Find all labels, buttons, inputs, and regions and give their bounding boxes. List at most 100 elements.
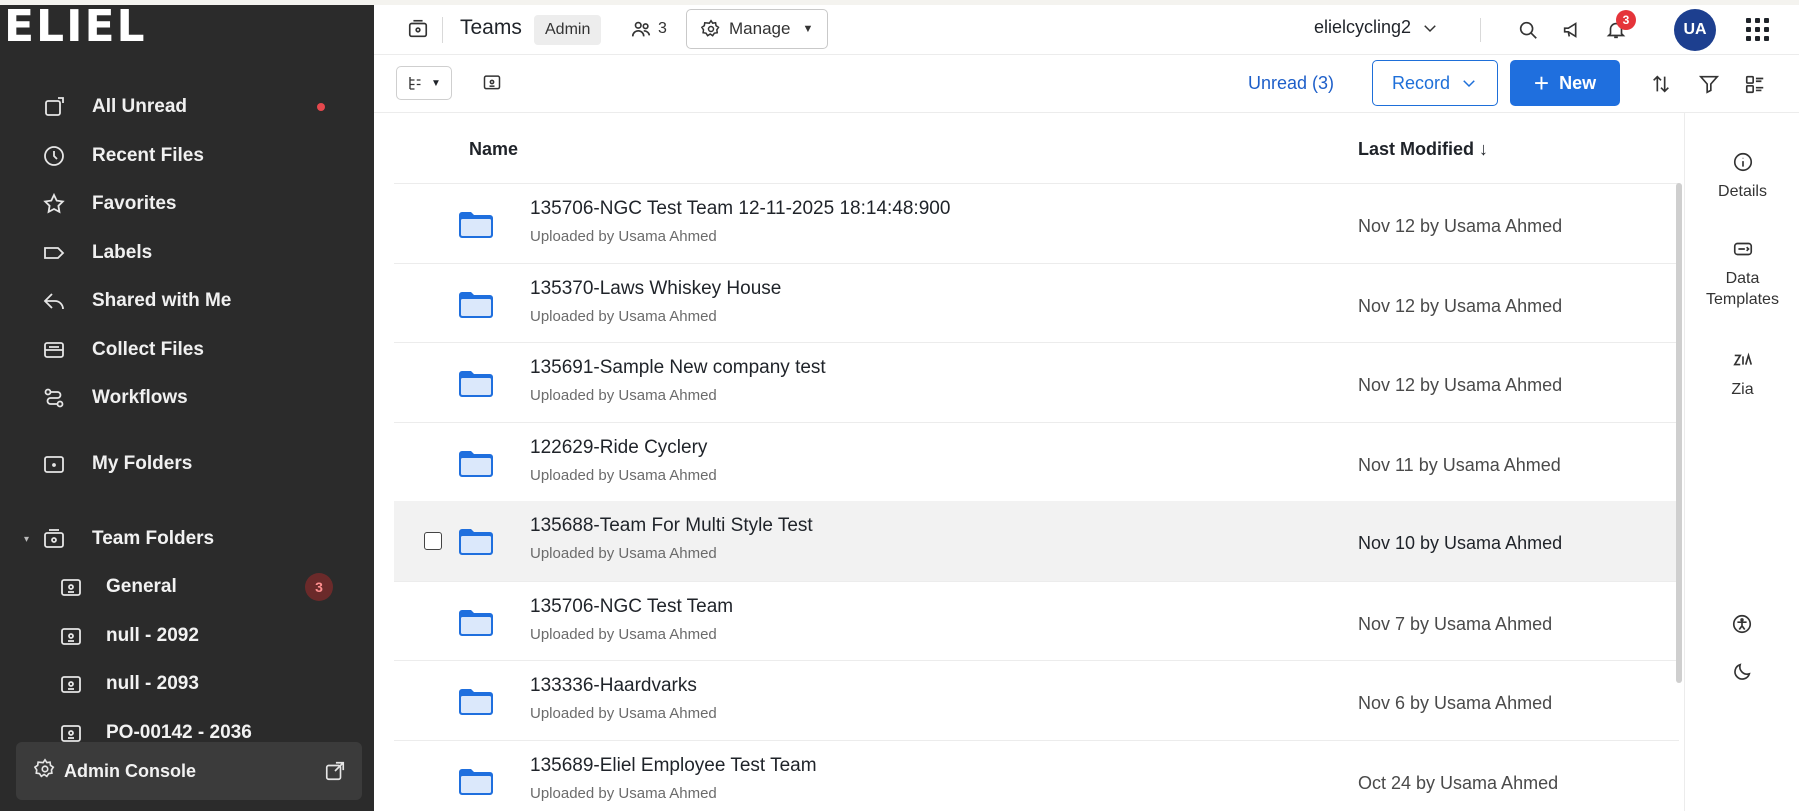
table-row[interactable]: 135706-NGC Test Team Uploaded by Usama Ah… xyxy=(394,580,1679,661)
divider xyxy=(1480,18,1481,42)
plus-icon: + xyxy=(1533,68,1550,98)
team-folder-general[interactable]: General 3 xyxy=(0,563,374,612)
info-icon xyxy=(1733,152,1752,172)
filter-icon[interactable] xyxy=(1696,71,1722,97)
team-folders-toggle[interactable]: ▾ Team Folders xyxy=(0,515,374,563)
search-icon[interactable] xyxy=(1514,16,1542,44)
table-row[interactable]: 135370-Laws Whiskey House Uploaded by Usa… xyxy=(394,262,1679,343)
team-icon xyxy=(407,18,429,45)
sidebar-item-shared-with-me[interactable]: Shared with Me xyxy=(0,277,374,326)
row-title[interactable]: 135370-Laws Whiskey House xyxy=(530,278,781,300)
admin-console-button[interactable]: Admin Console xyxy=(16,742,362,800)
row-uploaded-by: Uploaded by Usama Ahmed xyxy=(530,466,717,484)
folder-icon xyxy=(457,608,495,643)
list-rows: 135706-NGC Test Team 12-11-2025 18:14:48… xyxy=(394,183,1679,811)
team-folder-null-2093[interactable]: null - 2093 xyxy=(0,660,374,709)
table-row[interactable]: 135688-Team For Multi Style Test Uploaded… xyxy=(394,501,1679,581)
announcement-icon[interactable] xyxy=(1558,16,1586,44)
row-checkbox[interactable] xyxy=(424,532,442,550)
team-folder-icon[interactable] xyxy=(482,72,502,97)
rail-details[interactable]: Details xyxy=(1685,151,1799,201)
column-header-name[interactable]: Name xyxy=(469,139,518,160)
accessibility-icon[interactable] xyxy=(1731,613,1755,637)
view-options-icon[interactable] xyxy=(1742,71,1768,97)
sidebar-item-label: Recent Files xyxy=(92,144,204,166)
rail-label: Details xyxy=(1718,183,1767,200)
tree-view-dropdown[interactable]: ▼ xyxy=(396,66,452,100)
workspace-switcher[interactable]: elielcycling2 xyxy=(1314,17,1439,38)
sidebar-item-recent-files[interactable]: Recent Files xyxy=(0,132,374,181)
toolbar: ▼ Unread (3) Record + New xyxy=(374,55,1799,113)
chevron-down-icon: ▾ xyxy=(24,533,30,545)
sidebar-item-label: Favorites xyxy=(92,193,177,215)
team-folders-label: Team Folders xyxy=(92,528,215,549)
row-title[interactable]: 133336-Haardvarks xyxy=(530,675,697,697)
folder-icon xyxy=(457,369,495,404)
team-folder-label: null - 2093 xyxy=(106,673,199,695)
dark-mode-moon-icon[interactable] xyxy=(1731,661,1755,685)
sidebar-item-all-unread[interactable]: All Unread xyxy=(0,83,374,132)
rail-data-templates[interactable]: Data Templates xyxy=(1685,238,1799,309)
bell-icon[interactable]: 3 xyxy=(1602,10,1636,44)
sidebar-item-collect-files[interactable]: Collect Files xyxy=(0,326,374,375)
record-dropdown-button[interactable]: Record xyxy=(1372,60,1498,106)
row-title[interactable]: 122629-Ride Cyclery xyxy=(530,437,707,459)
inbox-icon xyxy=(40,336,68,364)
role-badge: Admin xyxy=(534,15,602,45)
table-row[interactable]: 135706-NGC Test Team 12-11-2025 18:14:48… xyxy=(394,183,1679,263)
sidebar-item-label: My Folders xyxy=(92,453,193,475)
sidebar-item-workflows[interactable]: Workflows xyxy=(0,374,374,423)
row-title[interactable]: 135691-Sample New company test xyxy=(530,357,826,379)
folder-icon xyxy=(457,767,495,802)
external-link-icon[interactable] xyxy=(324,760,346,787)
team-folder-icon xyxy=(40,525,68,553)
column-header-last-modified[interactable]: Last Modified ↓ xyxy=(1358,139,1488,160)
apps-grid-icon[interactable] xyxy=(1746,18,1769,41)
row-title[interactable]: 135688-Team For Multi Style Test xyxy=(530,515,813,537)
avatar[interactable]: UA xyxy=(1674,9,1716,51)
sidebar-nav: All Unread Recent Files Favorites Labels… xyxy=(0,83,374,423)
eliel-logo[interactable]: ELIEL xyxy=(0,5,147,57)
notification-count-badge: 3 xyxy=(1616,10,1636,30)
table-row[interactable]: 135691-Sample New company test Uploaded b… xyxy=(394,342,1679,422)
scrollbar[interactable] xyxy=(1676,183,1682,683)
workspace-name: elielcycling2 xyxy=(1314,17,1412,37)
table-row[interactable]: 122629-Ride Cyclery Uploaded by Usama Ahm… xyxy=(394,421,1679,502)
rail-label: Data xyxy=(1725,270,1760,287)
caret-down-icon: ▼ xyxy=(802,23,814,35)
table-row[interactable]: 133336-Haardvarks Uploaded by Usama Ahmed… xyxy=(394,660,1679,740)
main-content: Teams Admin 3 Manage ▼ elielcycling2 3 U… xyxy=(374,5,1799,811)
gear-icon xyxy=(701,19,720,37)
new-label: New xyxy=(1559,72,1597,93)
sidebar-item-label: Shared with Me xyxy=(92,290,232,312)
manage-dropdown[interactable]: Manage ▼ xyxy=(686,9,829,49)
sort-icon[interactable] xyxy=(1648,71,1674,97)
unread-indicator-dot xyxy=(317,103,325,112)
star-icon xyxy=(40,190,68,218)
new-button[interactable]: + New xyxy=(1510,60,1620,106)
members-button[interactable]: 3 xyxy=(630,18,667,40)
row-title[interactable]: 135706-NGC Test Team xyxy=(530,596,733,618)
file-list: Name Last Modified ↓ 135706-NGC Test Tea… xyxy=(374,113,1679,811)
share-icon xyxy=(40,287,68,315)
unread-filter-link[interactable]: Unread (3) xyxy=(1248,73,1334,94)
sidebar-item-label: Workflows xyxy=(92,387,188,409)
row-last-modified: Nov 12 by Usama Ahmed xyxy=(1358,295,1563,316)
table-row[interactable]: 135689-Eliel Employee Test Team Uploaded … xyxy=(394,739,1679,811)
row-last-modified: Nov 7 by Usama Ahmed xyxy=(1358,613,1553,634)
gear-icon xyxy=(33,757,56,785)
record-label: Record xyxy=(1391,72,1451,93)
row-title[interactable]: 135706-NGC Test Team 12-11-2025 18:14:48… xyxy=(530,198,950,220)
team-folder-null-2092[interactable]: null - 2092 xyxy=(0,612,374,661)
zia-icon xyxy=(1732,352,1752,366)
sidebar-item-labels[interactable]: Labels xyxy=(0,229,374,278)
sidebar-item-favorites[interactable]: Favorites xyxy=(0,180,374,229)
unread-count-badge: 3 xyxy=(305,573,333,602)
row-title[interactable]: 135689-Eliel Employee Test Team xyxy=(530,755,817,777)
rail-zia[interactable]: Zia xyxy=(1685,349,1799,399)
folder-icon xyxy=(40,450,68,478)
sidebar-section-team-folders: ▾ Team Folders General 3 null - 2092 nul… xyxy=(0,515,374,757)
sidebar-item-my-folders[interactable]: My Folders xyxy=(0,440,374,489)
caret-down-icon: ▼ xyxy=(431,77,441,89)
row-uploaded-by: Uploaded by Usama Ahmed xyxy=(530,545,717,562)
